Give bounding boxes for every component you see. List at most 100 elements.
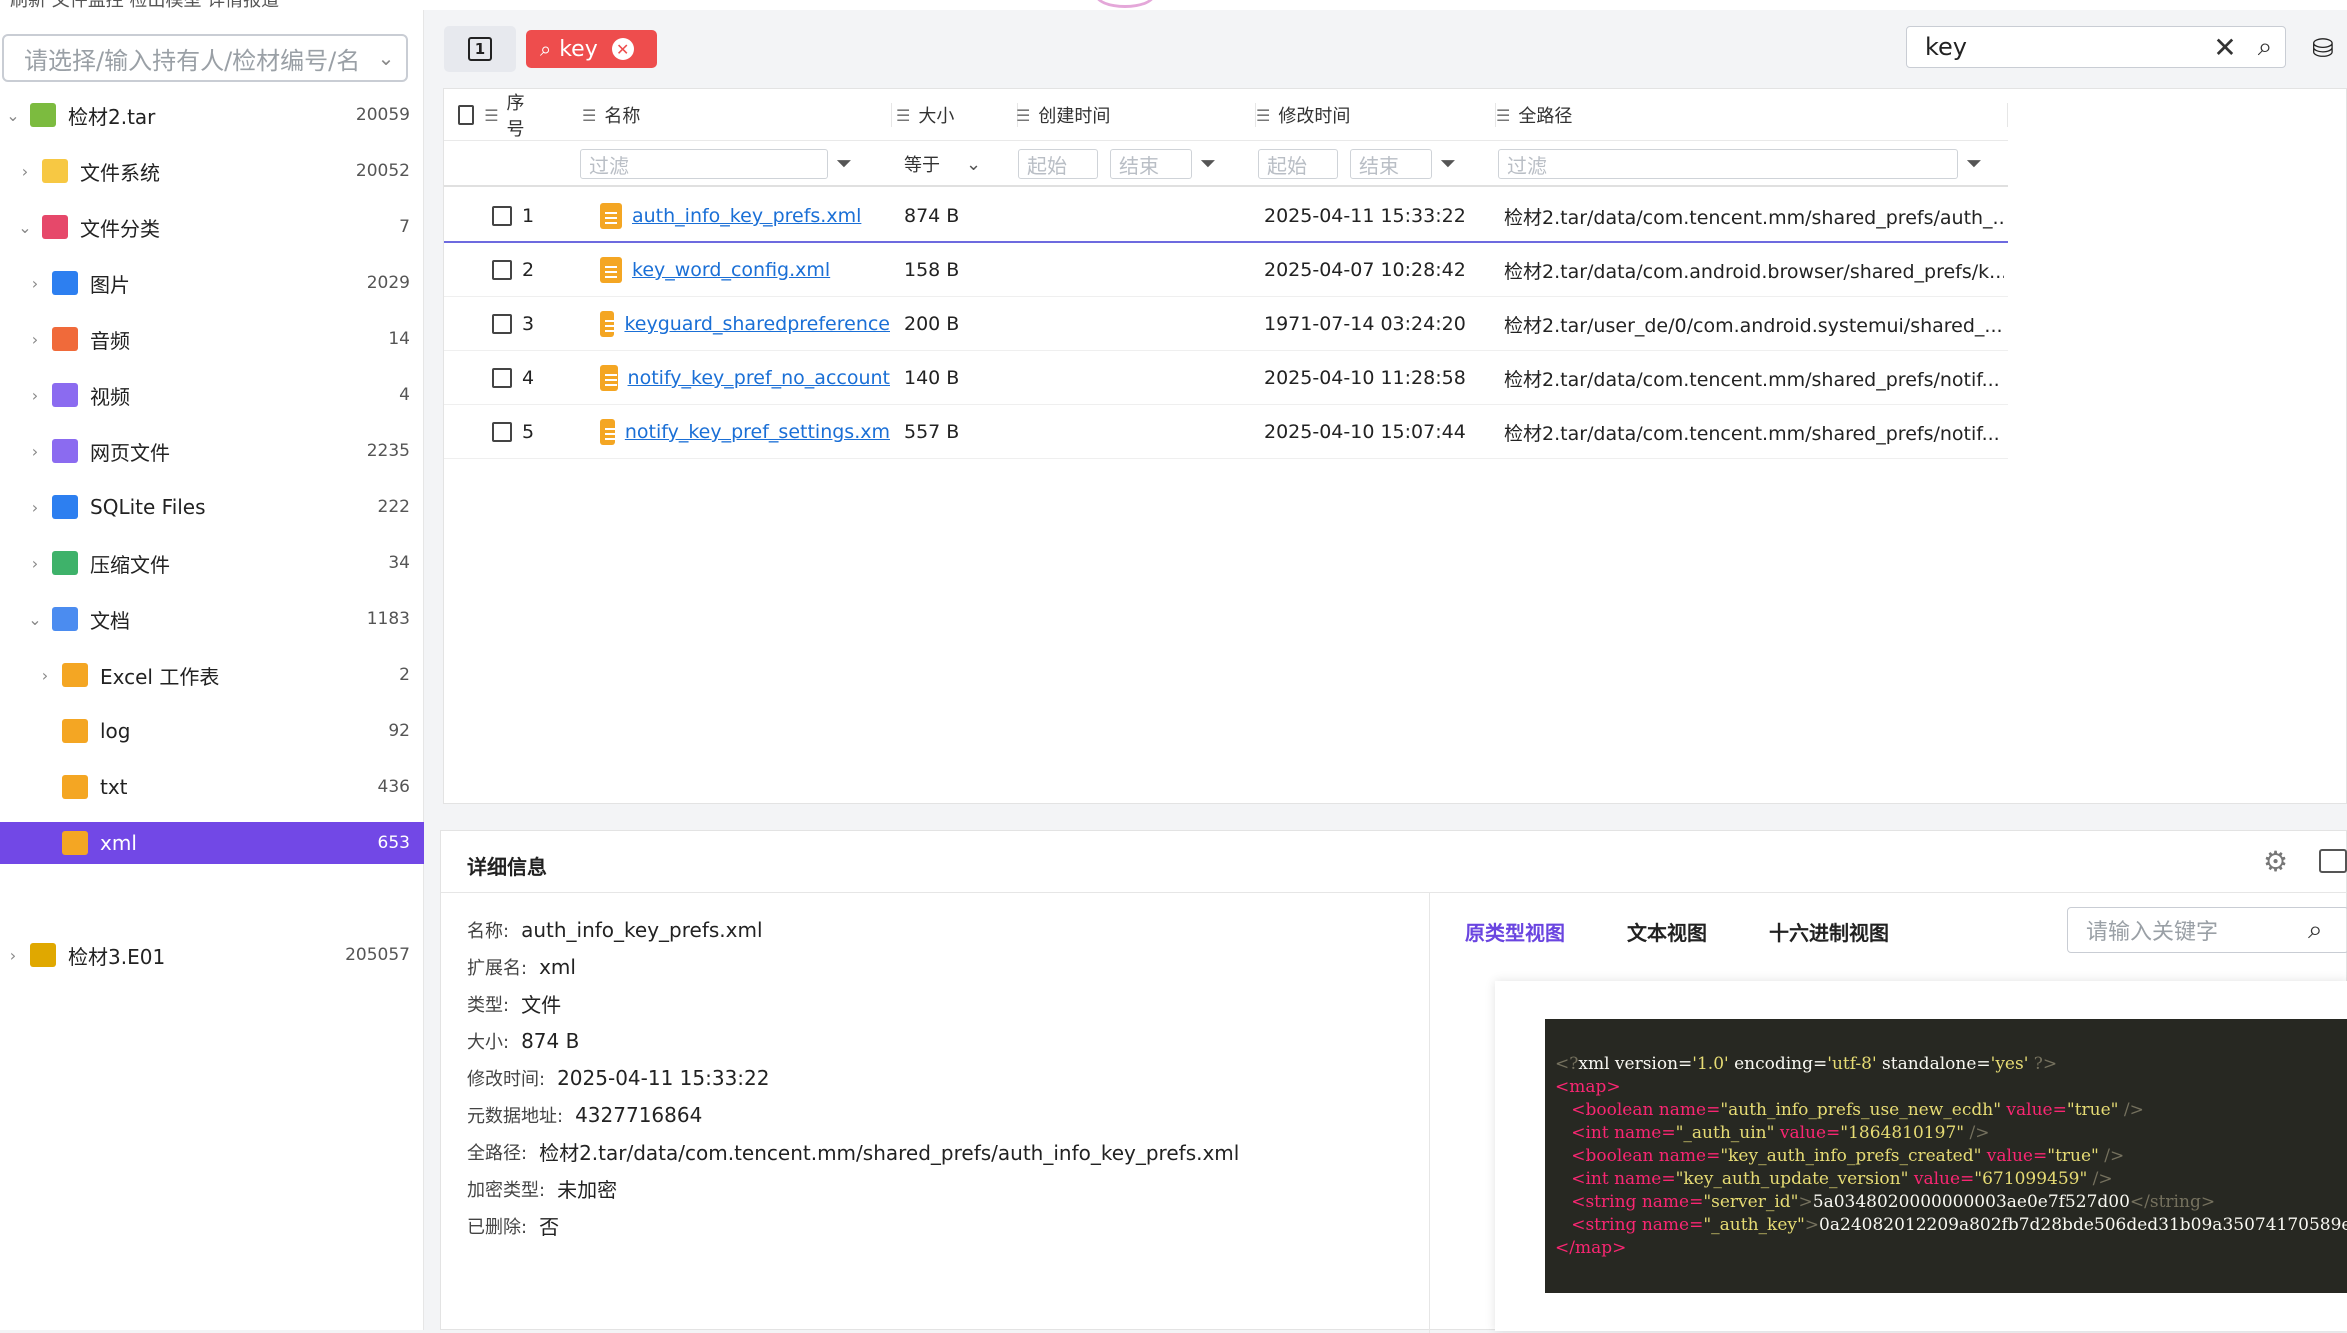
- chevron-right-icon[interactable]: ›: [26, 498, 44, 517]
- tree-node[interactable]: › SQLite Files 222: [0, 486, 424, 528]
- row-checkbox[interactable]: [492, 260, 512, 280]
- panel-layout-icon[interactable]: [2319, 849, 2347, 873]
- tree-node[interactable]: › Excel 工作表 2: [0, 654, 424, 696]
- tree-node[interactable]: › 图片 2029: [0, 262, 424, 304]
- created-end-input[interactable]: 结束: [1110, 149, 1192, 179]
- row-index[interactable]: 1: [492, 189, 572, 243]
- path-filter-input[interactable]: 过滤: [1498, 149, 1958, 179]
- header-path[interactable]: ☰ 全路径: [1496, 89, 2008, 141]
- row-index[interactable]: 2: [492, 243, 572, 297]
- row-index[interactable]: 3: [492, 297, 572, 351]
- database-search-icon[interactable]: ⛁: [2312, 34, 2344, 66]
- chevron-right-icon[interactable]: ›: [26, 386, 44, 405]
- row-index[interactable]: 5: [492, 405, 572, 459]
- tree-node[interactable]: › 压缩文件 34: [0, 542, 424, 584]
- gear-icon[interactable]: ⚙: [2263, 845, 2288, 878]
- panel-toggle-button[interactable]: 1: [444, 26, 516, 72]
- select-all-checkbox[interactable]: [458, 105, 475, 125]
- modified-start-input[interactable]: 起始: [1258, 149, 1338, 179]
- global-search-input[interactable]: key ✕ ⌕: [1906, 26, 2286, 68]
- file-link[interactable]: key_word_config.xml: [632, 259, 830, 281]
- keyword-search-placeholder: 请输入关键字: [2086, 920, 2219, 945]
- table-row[interactable]: 1 auth_info_key_prefs.xml 874 B 2025-04-11 …: [444, 189, 2008, 243]
- detail-property: 名称: auth_info_key_prefs.xml: [467, 911, 1239, 948]
- tree-node[interactable]: › 文件系统 20052: [0, 150, 424, 192]
- chevron-right-icon[interactable]: ›: [26, 442, 44, 461]
- column-menu-icon[interactable]: ☰: [896, 106, 910, 125]
- created-start-input[interactable]: 起始: [1018, 149, 1098, 179]
- chip-close-icon[interactable]: ✕: [611, 38, 634, 60]
- tree-node[interactable]: xml 653: [0, 822, 424, 864]
- chevron-right-icon[interactable]: ›: [26, 274, 44, 293]
- search-keyword-chip[interactable]: ⌕ key ✕: [526, 30, 657, 68]
- chevron-down-icon[interactable]: ⌄: [366, 46, 406, 70]
- filter-icon[interactable]: ⏷: [836, 151, 852, 175]
- size-operator-select[interactable]: 等于 ⌄: [896, 149, 996, 179]
- tree-node[interactable]: › 视频 4: [0, 374, 424, 416]
- view-tab[interactable]: 原类型视图: [1465, 917, 1565, 946]
- row-checkbox[interactable]: [492, 368, 512, 388]
- chevron-down-icon[interactable]: ⌄: [26, 610, 44, 629]
- table-row[interactable]: 5 notify_key_pref_settings.xm 557 B 2025-04…: [444, 405, 2008, 459]
- table-row[interactable]: 3 keyguard_sharedpreference 200 B 1971-07-1…: [444, 297, 2008, 351]
- column-menu-icon[interactable]: ☰: [1256, 106, 1270, 125]
- file-link[interactable]: notify_key_pref_settings.xm: [625, 421, 890, 443]
- column-menu-icon[interactable]: ☰: [1496, 106, 1510, 125]
- search-icon[interactable]: ⌕: [2308, 915, 2347, 946]
- header-created[interactable]: ☰ 创建时间: [1016, 89, 1256, 141]
- view-tab[interactable]: 文本视图: [1627, 917, 1707, 946]
- row-checkbox[interactable]: [492, 206, 512, 226]
- row-name[interactable]: key_word_config.xml: [600, 243, 890, 297]
- property-value: 未加密: [557, 1178, 618, 1202]
- row-index[interactable]: 4: [492, 351, 572, 405]
- table-row[interactable]: 2 key_word_config.xml 158 B 2025-04-07 10:2…: [444, 243, 2008, 297]
- tree-node-label: 文档: [90, 608, 130, 633]
- tree-node[interactable]: › 音频 14: [0, 318, 424, 360]
- column-menu-icon[interactable]: ☰: [582, 106, 596, 125]
- row-name[interactable]: auth_info_key_prefs.xml: [600, 189, 890, 243]
- chevron-right-icon[interactable]: ›: [36, 666, 54, 685]
- header-size[interactable]: ☰ 大小: [896, 89, 1018, 141]
- chevron-down-icon[interactable]: ⌄: [16, 218, 34, 237]
- tree-node[interactable]: ⌄ 文件分类 7: [0, 206, 424, 248]
- tree-node-label: txt: [100, 775, 128, 799]
- code-line: <boolean name="key_auth_info_prefs_creat…: [1555, 1145, 2347, 1168]
- file-link[interactable]: keyguard_sharedpreference: [624, 313, 890, 335]
- txt-file-icon: [62, 775, 88, 799]
- table-row[interactable]: 4 notify_key_pref_no_account 140 B 2025-04-…: [444, 351, 2008, 405]
- row-name[interactable]: notify_key_pref_settings.xm: [600, 405, 890, 459]
- header-modified[interactable]: ☰ 修改时间: [1256, 89, 1496, 141]
- clear-icon[interactable]: ✕: [2205, 31, 2245, 64]
- chevron-right-icon[interactable]: ›: [4, 946, 22, 965]
- filter-icon[interactable]: ⏷: [1440, 151, 1456, 175]
- row-checkbox[interactable]: [492, 314, 512, 334]
- global-search-value[interactable]: key: [1925, 33, 2205, 61]
- tree-node[interactable]: log 92: [0, 710, 424, 752]
- row-name[interactable]: keyguard_sharedpreference: [600, 297, 890, 351]
- chevron-right-icon[interactable]: ›: [16, 162, 34, 181]
- tree-node[interactable]: ⌄ 文档 1183: [0, 598, 424, 640]
- chevron-right-icon[interactable]: ›: [26, 330, 44, 349]
- keyword-search-input[interactable]: 请输入关键字 ⌕: [2067, 907, 2347, 953]
- tree-node[interactable]: › 网页文件 2235: [0, 430, 424, 472]
- view-tab[interactable]: 十六进制视图: [1769, 917, 1889, 946]
- tree-node[interactable]: txt 436: [0, 766, 424, 808]
- row-checkbox[interactable]: [492, 422, 512, 442]
- chevron-down-icon[interactable]: ⌄: [4, 106, 22, 125]
- filter-icon[interactable]: ⏷: [1966, 151, 1982, 175]
- column-menu-icon[interactable]: ☰: [484, 106, 498, 125]
- name-filter-input[interactable]: 过滤: [580, 149, 828, 179]
- evidence-select[interactable]: 请选择/输入持有人/检材编号/名 ⌄: [2, 34, 408, 82]
- file-link[interactable]: auth_info_key_prefs.xml: [632, 205, 861, 227]
- column-menu-icon[interactable]: ☰: [1016, 106, 1030, 125]
- header-name[interactable]: ☰ 名称: [582, 89, 892, 141]
- modified-end-input[interactable]: 结束: [1350, 149, 1432, 179]
- search-icon[interactable]: ⌕: [2245, 32, 2285, 63]
- tree-node[interactable]: ⌄ 检材2.tar 20059: [0, 94, 424, 136]
- header-index[interactable]: ☰ 序号: [458, 89, 534, 141]
- row-name[interactable]: notify_key_pref_no_account: [600, 351, 890, 405]
- tree-node[interactable]: › 检材3.E01 205057: [0, 934, 424, 976]
- file-link[interactable]: notify_key_pref_no_account: [628, 367, 890, 389]
- chevron-right-icon[interactable]: ›: [26, 554, 44, 573]
- filter-icon[interactable]: ⏷: [1200, 151, 1216, 175]
